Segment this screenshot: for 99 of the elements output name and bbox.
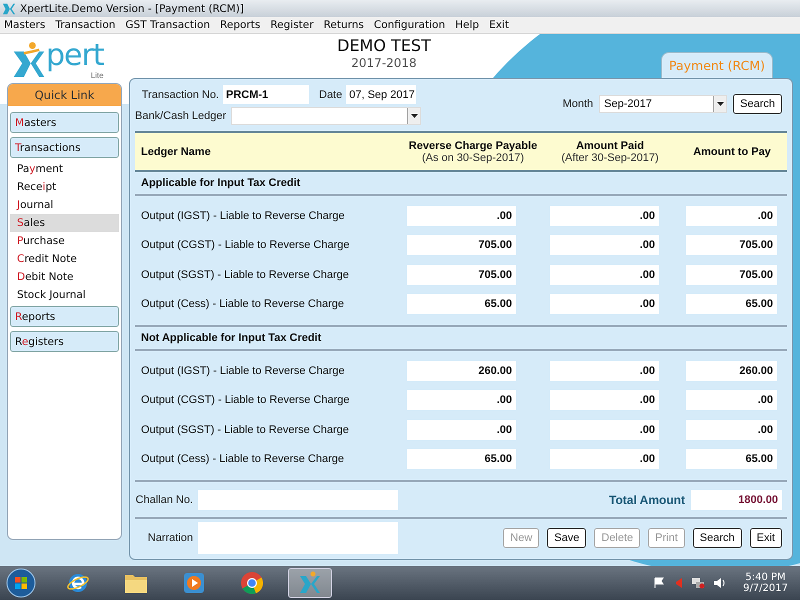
- menu-item[interactable]: Returns: [324, 19, 364, 31]
- sidebar-item[interactable]: Purchase: [10, 232, 119, 250]
- field-label: Challan No.: [135, 494, 193, 506]
- x-figure-icon: [12, 40, 46, 80]
- amount-field[interactable]: 705.00: [407, 264, 516, 285]
- menu-item[interactable]: GST Transaction: [125, 19, 210, 31]
- transaction-number-field[interactable]: PRCM-1: [223, 85, 309, 104]
- logo-subtext: Lite: [90, 71, 104, 80]
- ledger-name: Output (SGST) - Liable to Reverse Charge: [140, 424, 350, 436]
- ledger-name: Output (IGST) - Liable to Reverse Charge: [140, 210, 346, 222]
- sidebar-item[interactable]: Journal: [10, 196, 119, 214]
- volume-icon[interactable]: [713, 577, 728, 589]
- amount-field[interactable]: .00: [550, 264, 659, 285]
- amount-field[interactable]: 65.00: [407, 294, 516, 314]
- network-icon[interactable]: [691, 577, 706, 589]
- column-subtitle: (After 30-Sep-2017): [561, 152, 659, 164]
- menu-item[interactable]: Register: [270, 19, 314, 31]
- column-title: Ledger Name: [141, 146, 211, 158]
- menu-item[interactable]: Transaction: [55, 19, 116, 31]
- narration-field[interactable]: [198, 522, 398, 554]
- ledger-name: Output (Cess) - Liable to Reverse Charge: [140, 453, 345, 466]
- sidebar-item[interactable]: Payment: [10, 160, 119, 178]
- amount-field[interactable]: .00: [550, 294, 659, 314]
- clock-date[interactable]: 9/7/2017: [743, 583, 788, 594]
- amount-field[interactable]: .00: [550, 360, 659, 381]
- search-button[interactable]: Search: [733, 94, 782, 114]
- amount-field[interactable]: 65.00: [686, 449, 777, 470]
- total-amount-field: 1800.00: [691, 490, 782, 510]
- amount-field[interactable]: .00: [550, 390, 659, 410]
- menu-item[interactable]: Help: [455, 19, 480, 31]
- menu-item[interactable]: Exit: [489, 19, 509, 31]
- amount-field[interactable]: .00: [550, 206, 659, 226]
- sidebar-group[interactable]: Masters: [10, 112, 119, 133]
- ledger-name: Output (CGST) - Liable to Reverse Charge: [140, 239, 350, 252]
- play-icon: [183, 572, 205, 594]
- sidebar-item[interactable]: Sales: [10, 214, 119, 232]
- sidebar-item[interactable]: Credit Note: [10, 250, 119, 268]
- sidebar-item[interactable]: Receipt: [10, 178, 119, 196]
- start-orb-icon[interactable]: [6, 568, 36, 598]
- amount-field[interactable]: 65.00: [686, 294, 777, 314]
- amount-field[interactable]: 260.00: [407, 360, 516, 381]
- sidebar-item[interactable]: Stock Journal: [10, 286, 119, 304]
- globe-e-icon: [66, 571, 90, 595]
- quick-link-header: Quick Link: [8, 84, 121, 106]
- amount-field[interactable]: .00: [550, 235, 659, 256]
- amount-field[interactable]: .00: [407, 420, 516, 440]
- financial-year: 2017-2018: [351, 56, 417, 70]
- ledger-name: Output (CGST) - Liable to Reverse Charge: [140, 394, 350, 406]
- company-name: DEMO TEST: [337, 36, 431, 55]
- amount-field[interactable]: 705.00: [686, 264, 777, 285]
- logo-text: pert: [46, 41, 104, 71]
- amount-field[interactable]: .00: [407, 390, 516, 410]
- amount-field[interactable]: 705.00: [407, 235, 516, 256]
- field-label: Transaction No.: [140, 88, 219, 100]
- column-title: Reverse Charge Payable: [408, 140, 538, 152]
- month-dropdown[interactable]: Sep-2017: [599, 95, 728, 113]
- amount-field[interactable]: 705.00: [686, 235, 777, 256]
- field-label: Narration: [146, 532, 193, 544]
- folder-icon: [124, 572, 148, 594]
- sidebar-group[interactable]: Transactions: [10, 137, 119, 158]
- ledger-name: Output (Cess) - Liable to Reverse Charge: [140, 298, 345, 310]
- total-label: Total Amount: [609, 492, 685, 506]
- caret-icon: [716, 102, 724, 106]
- x-logo-icon: [298, 571, 322, 595]
- field-label: Bank/Cash Ledger: [135, 110, 226, 122]
- field-label: Month: [562, 98, 594, 110]
- field-label: Date: [319, 88, 342, 100]
- section-title: Applicable for Input Tax Credit: [141, 177, 300, 189]
- sidebar-item[interactable]: Debit Note: [10, 268, 119, 286]
- sidebar-group[interactable]: Registers: [10, 331, 119, 352]
- challan-field[interactable]: [198, 490, 398, 510]
- column-title: Amount Paid: [576, 140, 644, 152]
- round-multicolor-icon: [240, 571, 264, 595]
- amount-field[interactable]: 260.00: [686, 360, 777, 381]
- amount-field[interactable]: .00: [407, 206, 516, 226]
- action-button[interactable]: Save: [547, 528, 586, 548]
- amount-field[interactable]: .00: [550, 420, 659, 440]
- flag-icon[interactable]: [653, 577, 666, 589]
- menu-item[interactable]: Reports: [220, 19, 260, 31]
- caret-icon: [410, 114, 418, 118]
- amount-field[interactable]: .00: [686, 390, 777, 410]
- x-logo-icon: [2, 2, 16, 16]
- amount-field[interactable]: .00: [686, 206, 777, 226]
- clock-time[interactable]: 5:40 PM: [745, 572, 786, 583]
- ledger-name: Output (IGST) - Liable to Reverse Charge: [140, 364, 346, 377]
- column-title: Amount to Pay: [693, 146, 771, 158]
- section-title: Not Applicable for Input Tax Credit: [141, 332, 322, 344]
- action-button[interactable]: Search: [692, 528, 742, 548]
- action-button[interactable]: Exit: [750, 528, 782, 548]
- ledger-name: Output (SGST) - Liable to Reverse Charge: [140, 268, 350, 281]
- date-field[interactable]: 07, Sep 2017: [346, 85, 416, 104]
- amount-field[interactable]: .00: [686, 420, 777, 440]
- amount-field[interactable]: .00: [550, 449, 659, 470]
- column-subtitle: (As on 30-Sep-2017): [422, 152, 524, 164]
- window-title: XpertLite.Demo Version - [Payment (RCM)]: [20, 2, 244, 14]
- sidebar-group[interactable]: Reports: [10, 306, 119, 327]
- menu-item[interactable]: Configuration: [374, 19, 446, 31]
- menu-item[interactable]: Masters: [4, 19, 46, 31]
- amount-field[interactable]: 65.00: [407, 449, 516, 470]
